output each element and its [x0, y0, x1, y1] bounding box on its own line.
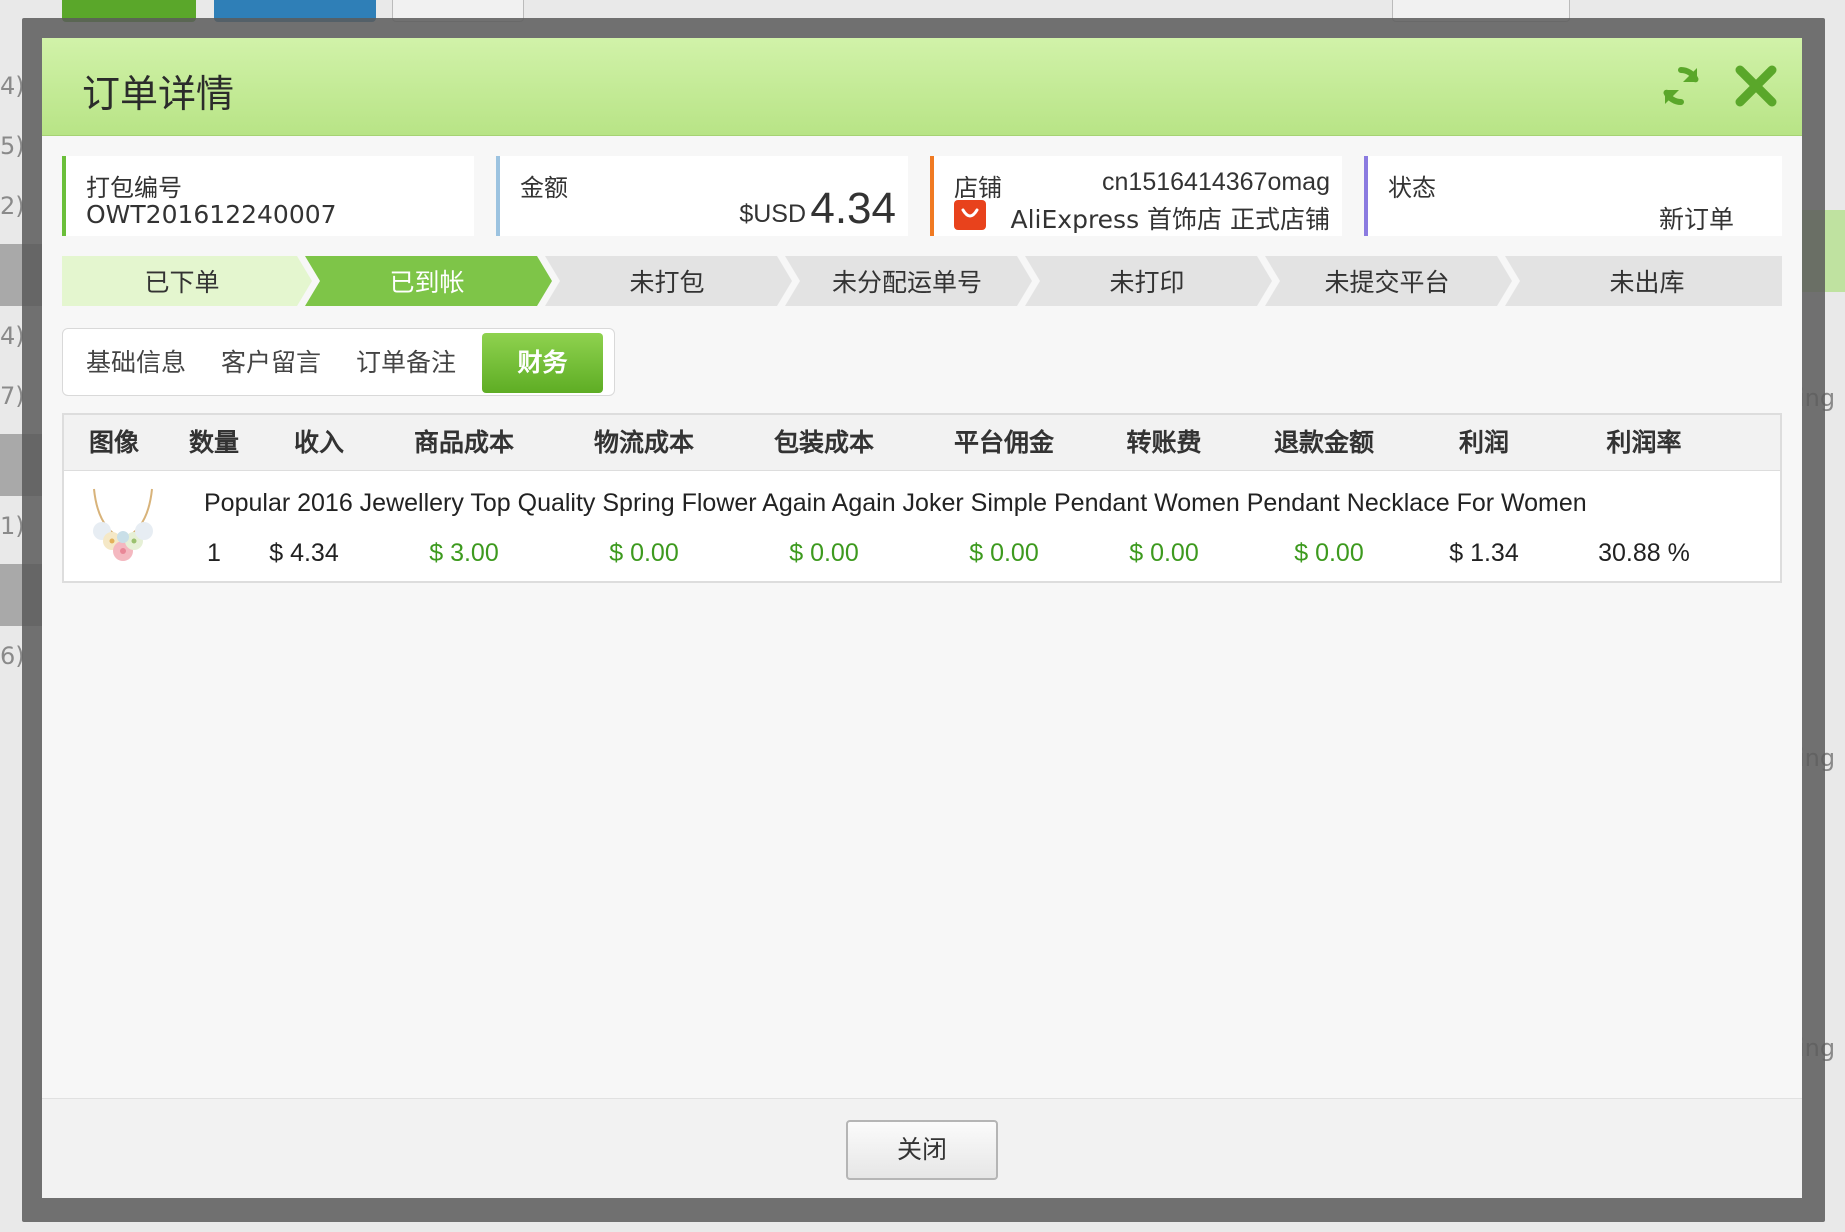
close-button[interactable]: 关闭	[846, 1120, 998, 1180]
col-image: 图像	[88, 428, 139, 457]
pack-number-card: 打包编号 OWT201612240007	[62, 156, 474, 236]
cell-shipping-cost: $ 0.00	[609, 539, 679, 567]
table-header: 图像 数量 收入 商品成本 物流成本 包装成本 平台佣金 转账费 退款金额 利润…	[64, 415, 1780, 471]
step-no-tracking: 未分配运单号	[831, 268, 982, 297]
shop-label: 店铺	[954, 174, 1002, 202]
tab-finance[interactable]: 财务	[482, 333, 603, 393]
bg-row-label: 5)	[0, 132, 25, 160]
col-packing-cost: 包装成本	[773, 428, 874, 457]
shop-card: 店铺 cn1516414367omag AliExpress 首饰店 正式店铺	[930, 156, 1342, 236]
order-detail-modal: 订单详情 打包编号 OWT201612240007 金额 $USD 4.34 店…	[42, 38, 1802, 1198]
pack-number-label: 打包编号	[86, 174, 182, 202]
cell-margin: 30.88 %	[1598, 539, 1690, 567]
col-income: 收入	[293, 428, 344, 457]
bg-row-label: 4)	[0, 72, 25, 100]
tab-customer-message[interactable]: 客户留言	[208, 333, 334, 393]
col-margin: 利润率	[1606, 428, 1682, 457]
product-title: Popular 2016 Jewellery Top Quality Sprin…	[204, 489, 1587, 517]
col-profit: 利润	[1458, 428, 1509, 457]
col-transfer-fee: 转账费	[1126, 428, 1202, 457]
shop-id: cn1516414367omag	[1102, 168, 1330, 196]
bg-row-label: 7)	[0, 382, 25, 410]
step-not-shipped: 未出库	[1609, 268, 1685, 297]
step-paid: 已到帐	[389, 268, 465, 297]
bg-row-label: 6)	[0, 642, 25, 670]
bg-row-label: 2)	[0, 192, 25, 220]
product-thumbnail	[88, 485, 158, 571]
status-value: 新订单	[1658, 205, 1734, 234]
cell-platform-fee: $ 0.00	[969, 539, 1039, 567]
step-ordered: 已下单	[144, 268, 220, 297]
order-progress-steps: 已下单 已到帐 未打包 未分配运单号 未打印 未提交平台 未出库	[62, 256, 1782, 306]
bg-row-label: 1)	[0, 512, 25, 540]
status-label: 状态	[1388, 174, 1436, 202]
amount-card: 金额 $USD 4.34	[496, 156, 908, 236]
amount-currency: $USD	[739, 200, 806, 228]
bg-row-label: 4)	[0, 322, 25, 350]
amount-label: 金额	[520, 174, 568, 202]
col-shipping-cost: 物流成本	[593, 428, 694, 457]
modal-header: 订单详情	[42, 38, 1802, 136]
cell-profit: $ 1.34	[1449, 539, 1519, 567]
finance-table: 图像 数量 收入 商品成本 物流成本 包装成本 平台佣金 转账费 退款金额 利润…	[62, 413, 1782, 583]
tab-order-notes[interactable]: 订单备注	[343, 333, 469, 393]
tab-basic-info[interactable]: 基础信息	[73, 333, 199, 393]
step-unprinted: 未打印	[1109, 268, 1185, 297]
cell-goods-cost: $ 3.00	[429, 539, 499, 567]
pack-number-value: OWT201612240007	[86, 200, 337, 229]
amount-value: 4.34	[810, 184, 896, 233]
cell-transfer-fee: $ 0.00	[1129, 539, 1199, 567]
aliexpress-shop-icon	[954, 200, 986, 230]
modal-title: 订单详情	[82, 72, 235, 116]
col-quantity: 数量	[188, 428, 239, 457]
status-card: 状态 新订单	[1364, 156, 1782, 236]
shop-name: AliExpress 首饰店 正式店铺	[1010, 205, 1330, 234]
refresh-icon[interactable]	[1657, 62, 1705, 110]
close-icon[interactable]	[1732, 62, 1780, 110]
cell-packing-cost: $ 0.00	[789, 539, 859, 567]
col-refund: 退款金额	[1273, 428, 1374, 457]
cell-income: $ 4.34	[269, 539, 339, 567]
col-platform-fee: 平台佣金	[953, 428, 1054, 457]
detail-tabs: 基础信息 客户留言 订单备注 财务	[62, 328, 615, 396]
cell-refund: $ 0.00	[1294, 539, 1364, 567]
col-goods-cost: 商品成本	[413, 428, 514, 457]
step-unpacked: 未打包	[629, 268, 705, 297]
step-unsubmitted: 未提交平台	[1324, 268, 1450, 297]
